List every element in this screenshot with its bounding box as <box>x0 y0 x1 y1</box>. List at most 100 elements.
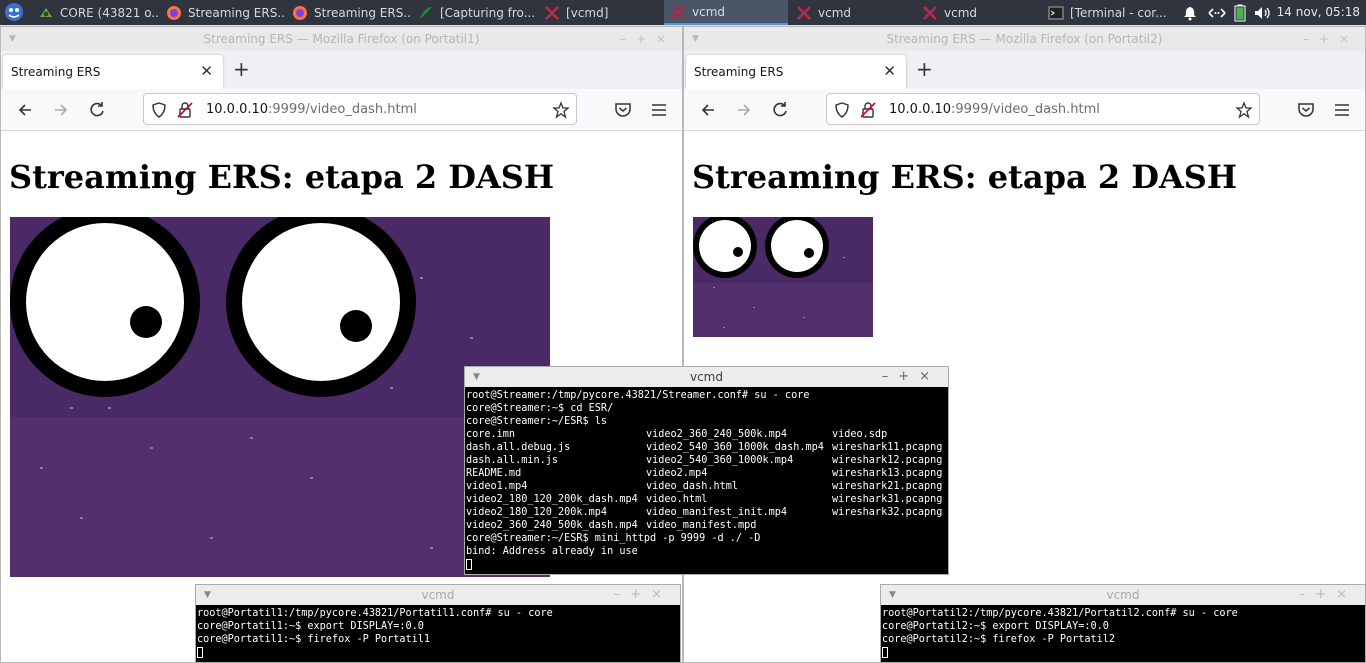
tab-label: Streaming ERS <box>11 65 101 79</box>
ls-entry: video2_360_240_500k.mp4 <box>646 429 788 440</box>
network-icon[interactable] <box>1206 5 1228 21</box>
taskbar-item-label: Streaming ERS... <box>188 5 286 20</box>
insecure-lock-icon[interactable] <box>176 101 194 119</box>
terminal-output[interactable]: root@Portatil1:/tmp/pycore.43821/Portati… <box>196 605 680 661</box>
taskbar-item-label: [Capturing fro... <box>440 5 536 20</box>
back-arrow-icon[interactable] <box>696 98 720 122</box>
hamburger-menu-icon[interactable] <box>647 98 671 122</box>
xterm-icon <box>922 5 938 20</box>
taskbar-item-firefox-2[interactable]: Streaming ERS... <box>286 0 412 25</box>
window-controls[interactable]: –+× <box>1299 585 1357 605</box>
terminal-line: root@Portatil1:/tmp/pycore.43821/Portati… <box>197 608 553 619</box>
bookmark-star-icon[interactable] <box>1235 101 1253 119</box>
pocket-icon[interactable] <box>611 98 635 122</box>
terminal-output[interactable]: root@Portatil2:/tmp/pycore.43821/Portati… <box>881 605 1365 661</box>
window-title: vcmd <box>689 370 723 384</box>
forward-arrow-icon[interactable] <box>49 98 73 122</box>
tab-streaming-ers[interactable]: Streaming ERS ✕ <box>686 55 906 89</box>
hamburger-menu-icon[interactable] <box>1330 98 1354 122</box>
window-titlebar[interactable]: ▼ vcmd –+× <box>196 585 680 605</box>
url-host: 10.0.0.10 <box>889 102 952 117</box>
window-menu-icon[interactable]: ▼ <box>473 367 480 387</box>
window-titlebar[interactable]: ▼ vcmd –+× <box>465 367 948 387</box>
ls-entry: video2_180_120_200k.mp4 <box>466 507 608 518</box>
ls-entry: video.sdp <box>832 429 888 440</box>
reload-icon[interactable] <box>768 98 792 122</box>
taskbar-item-firefox-1[interactable]: Streaming ERS... <box>160 0 286 25</box>
window-title: Streaming ERS — Mozilla Firefox (on Port… <box>886 32 1163 46</box>
window-menu-icon[interactable]: ▼ <box>889 585 896 605</box>
url-host: 10.0.0.10 <box>206 102 269 117</box>
window-controls[interactable]: –+× <box>620 27 676 51</box>
taskbar-item-label: vcmd <box>692 4 726 19</box>
taskbar-item-label: [vcmd] <box>566 5 609 20</box>
close-tab-icon[interactable]: ✕ <box>200 62 213 80</box>
window-titlebar[interactable]: ▼ Streaming ERS — Mozilla Firefox (on Po… <box>684 27 1365 51</box>
system-tray <box>1182 0 1272 25</box>
bookmark-star-icon[interactable] <box>552 101 570 119</box>
terminal-icon <box>1048 6 1064 19</box>
window-menu-icon[interactable]: ▼ <box>9 27 16 51</box>
taskbar-item-vcmd-active[interactable]: vcmd <box>664 0 788 25</box>
app-menu-icon[interactable] <box>4 2 24 22</box>
ls-entry: video_manifest_init.mp4 <box>646 507 788 518</box>
taskbar-item-vcmd-3[interactable]: vcmd <box>916 0 1042 25</box>
window-menu-icon[interactable]: ▼ <box>204 585 211 605</box>
url-path: :9999/video_dash.html <box>951 102 1100 117</box>
text-cursor <box>882 646 888 658</box>
reload-icon[interactable] <box>85 98 109 122</box>
taskbar-item-vcmd-bracket[interactable]: [vcmd] <box>538 0 664 25</box>
terminal-line: core@Streamer:~/ESR$ ls <box>466 416 608 427</box>
page-title: Streaming ERS: etapa 2 DASH <box>692 158 1238 196</box>
battery-icon[interactable] <box>1234 4 1246 22</box>
terminal-window-streamer[interactable]: ▼ vcmd –+× root@Streamer:/tmp/pycore.438… <box>464 366 949 575</box>
tab-label: Streaming ERS <box>694 65 784 79</box>
new-tab-icon[interactable]: + <box>233 57 250 81</box>
window-menu-icon[interactable]: ▼ <box>692 27 699 51</box>
insecure-lock-icon[interactable] <box>859 101 877 119</box>
ls-column-1: core.imn dash.all.debug.js dash.all.min.js… <box>466 428 646 532</box>
video-player[interactable] <box>693 217 873 337</box>
ls-entry: wireshark11.pcapng <box>832 442 943 453</box>
notification-bell-icon[interactable] <box>1182 5 1198 21</box>
terminal-line: root@Streamer:/tmp/pycore.43821/Streamer… <box>466 390 810 401</box>
ls-entry: wireshark31.pcapng <box>832 494 943 505</box>
terminal-line: root@Portatil2:/tmp/pycore.43821/Portati… <box>882 608 1238 619</box>
window-titlebar[interactable]: ▼ vcmd –+× <box>881 585 1365 605</box>
taskbar-item-label: Streaming ERS... <box>314 5 412 20</box>
forward-arrow-icon[interactable] <box>732 98 756 122</box>
window-titlebar[interactable]: ▼ Streaming ERS — Mozilla Firefox (on Po… <box>1 27 682 51</box>
ls-entry: core.imn <box>466 429 516 440</box>
window-title: vcmd <box>421 588 455 602</box>
shield-icon[interactable] <box>150 101 168 119</box>
text-cursor <box>466 558 472 570</box>
taskbar-item-wireshark[interactable]: [Capturing fro... <box>412 0 538 25</box>
taskbar-item-terminal[interactable]: [Terminal - cor... <box>1042 0 1172 25</box>
back-arrow-icon[interactable] <box>13 98 37 122</box>
pocket-icon[interactable] <box>1294 98 1318 122</box>
url-bar[interactable]: 10.0.0.10:9999/video_dash.html <box>143 93 577 125</box>
ls-entry: wireshark32.pcapng <box>832 507 943 518</box>
terminal-output[interactable]: root@Streamer:/tmp/pycore.43821/Streamer… <box>465 387 948 573</box>
volume-icon[interactable] <box>1254 5 1272 21</box>
close-tab-icon[interactable]: ✕ <box>883 62 896 80</box>
terminal-window-portatil1[interactable]: ▼ vcmd –+× root@Portatil1:/tmp/pycore.43… <box>195 584 681 663</box>
new-tab-icon[interactable]: + <box>916 57 933 81</box>
ls-entry: dash.all.debug.js <box>466 442 571 453</box>
taskbar-item-vcmd-2[interactable]: vcmd <box>790 0 916 25</box>
ls-entry: video2_540_360_1000k_dash.mp4 <box>646 442 824 453</box>
clock[interactable]: 14 nov, 05:18 <box>1277 0 1360 25</box>
taskbar-item-core[interactable]: CORE (43821 o... <box>32 0 160 25</box>
tab-streaming-ers[interactable]: Streaming ERS ✕ <box>3 55 223 89</box>
window-controls[interactable]: –+× <box>1303 27 1359 51</box>
url-bar[interactable]: 10.0.0.10:9999/video_dash.html <box>826 93 1260 125</box>
shield-icon[interactable] <box>833 101 851 119</box>
terminal-window-portatil2[interactable]: ▼ vcmd –+× root@Portatil2:/tmp/pycore.43… <box>880 584 1366 663</box>
ls-entry: video1.mp4 <box>466 481 528 492</box>
xterm-icon <box>796 5 812 20</box>
ls-column-3: video.sdp wireshark11.pcapng wireshark12.p… <box>832 428 942 532</box>
window-controls[interactable]: –+× <box>614 585 672 605</box>
window-controls[interactable]: –+× <box>882 367 940 387</box>
xterm-icon <box>544 5 560 20</box>
core-app-icon <box>40 7 52 17</box>
